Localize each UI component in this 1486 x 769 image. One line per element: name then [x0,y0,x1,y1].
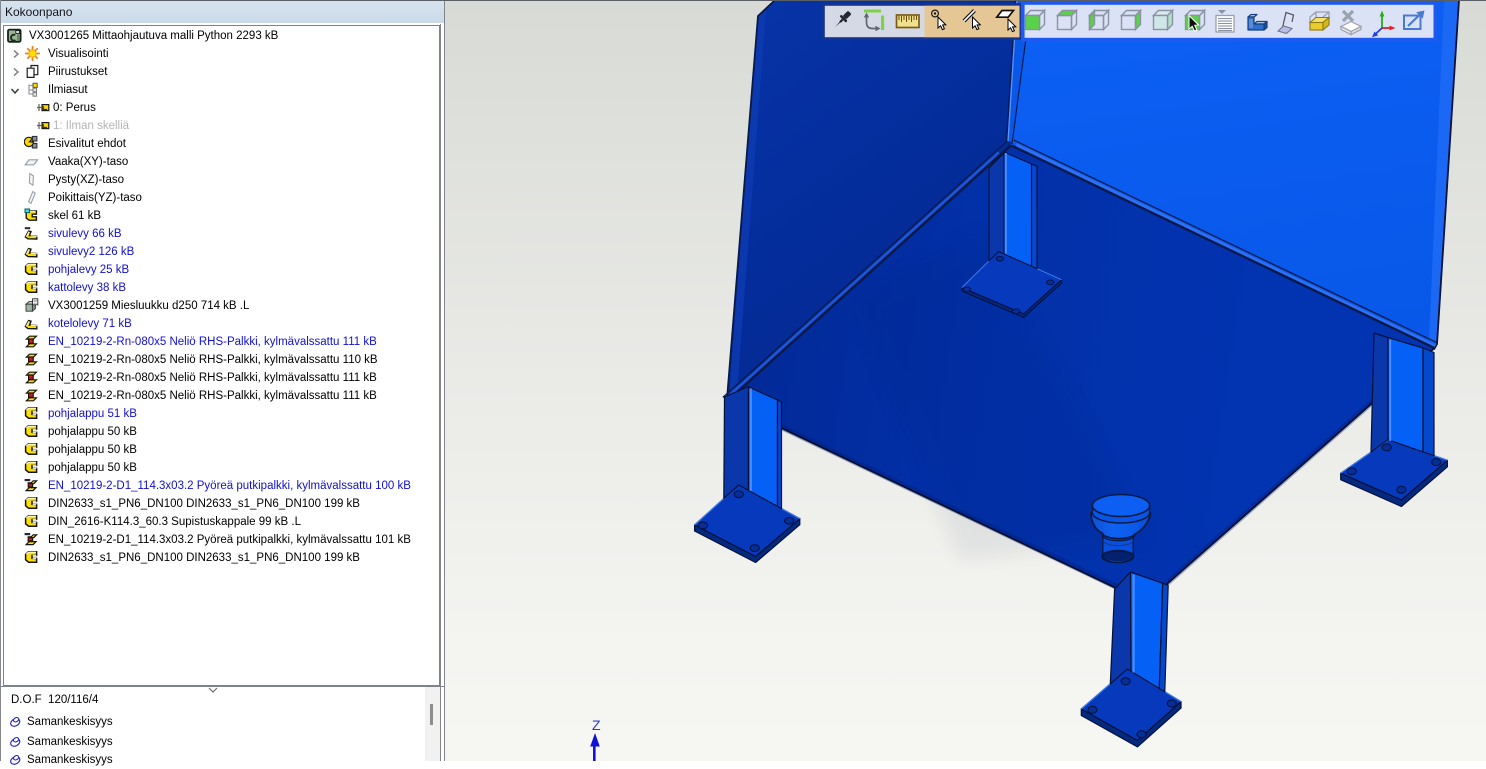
svg-text:Z: Z [592,717,601,733]
